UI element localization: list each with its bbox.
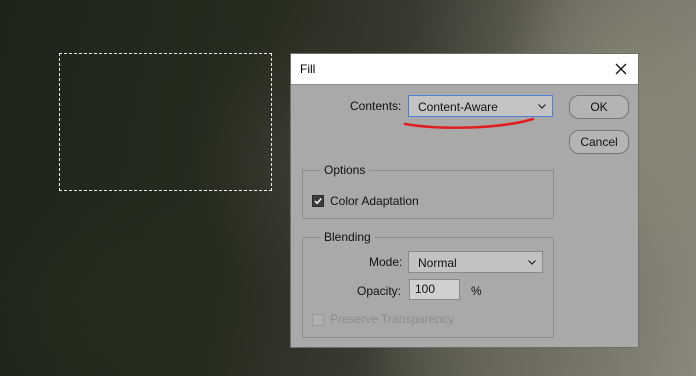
chevron-down-icon: [528, 260, 536, 265]
ok-button[interactable]: OK: [569, 95, 629, 119]
color-adaptation-checkbox[interactable]: [312, 195, 324, 207]
check-icon: [314, 198, 322, 205]
chevron-down-icon: [538, 104, 546, 109]
cancel-button[interactable]: Cancel: [569, 130, 629, 154]
color-adaptation-label: Color Adaptation: [330, 194, 419, 208]
close-icon: [615, 63, 627, 75]
dialog-title: Fill: [300, 62, 316, 76]
mode-label: Mode:: [369, 255, 403, 269]
options-title: Options: [320, 163, 370, 177]
preserve-transparency-label: Preserve Transparency: [330, 312, 455, 326]
fill-dialog: Fill Contents: Content-Aware OK Cancel O…: [290, 53, 639, 348]
contents-dropdown[interactable]: Content-Aware: [408, 95, 553, 117]
opacity-input[interactable]: 100: [409, 279, 460, 300]
contents-label: Contents:: [350, 99, 402, 113]
dialog-titlebar: Fill: [291, 54, 638, 85]
blending-title: Blending: [320, 230, 375, 244]
opacity-unit: %: [471, 284, 482, 298]
mode-value: Normal: [418, 256, 457, 270]
selection-marquee: [59, 53, 272, 191]
close-button[interactable]: [604, 54, 638, 84]
preserve-transparency-checkbox[interactable]: [312, 314, 324, 326]
contents-value: Content-Aware: [418, 100, 498, 114]
mode-dropdown[interactable]: Normal: [408, 251, 543, 273]
opacity-label: Opacity:: [357, 284, 402, 298]
